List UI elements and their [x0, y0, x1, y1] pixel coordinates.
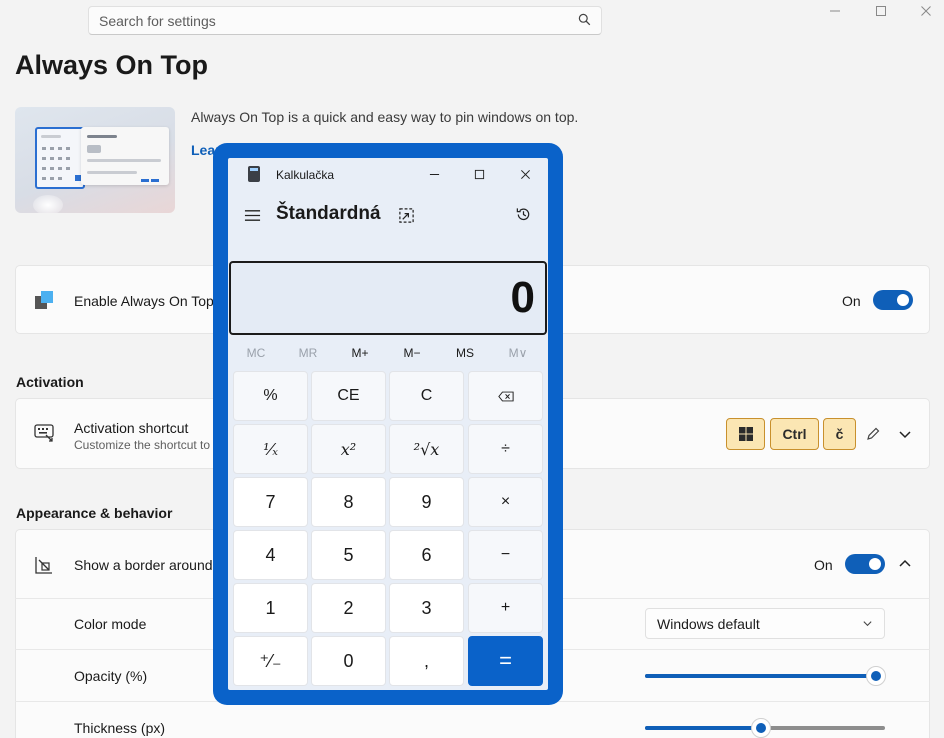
digit-2-button[interactable]: 2 [311, 583, 386, 633]
color-mode-dropdown[interactable]: Windows default [645, 608, 885, 639]
always-on-top-icon [35, 291, 53, 309]
opacity-label: Opacity (%) [74, 668, 148, 684]
percent-button[interactable]: % [233, 371, 308, 421]
digit-8-button[interactable]: 8 [311, 477, 386, 527]
activation-section-title: Activation [16, 374, 84, 390]
activation-shortcut-sub: Customize the shortcut to [74, 438, 211, 452]
appearance-section-title: Appearance & behavior [16, 505, 173, 521]
page-description: Always On Top is a quick and easy way to… [191, 109, 579, 125]
square-root-label: ²√x [413, 439, 440, 459]
digit-4-button[interactable]: 4 [233, 530, 308, 580]
edit-pencil-icon[interactable] [865, 426, 881, 442]
border-icon [34, 555, 54, 575]
hero-image [15, 107, 175, 213]
clear-button[interactable]: C [389, 371, 464, 421]
backspace-icon [497, 391, 514, 401]
minimize-icon[interactable] [426, 166, 442, 182]
maximize-icon[interactable] [471, 166, 487, 182]
digit-3-button[interactable]: 3 [389, 583, 464, 633]
maximize-icon[interactable] [875, 4, 891, 20]
border-label: Show a border around [74, 557, 213, 573]
calculator-app-icon [248, 166, 260, 182]
memory-subtract-button[interactable]: M− [392, 346, 432, 360]
ctrl-key: Ctrl [770, 418, 819, 450]
color-mode-value: Windows default [657, 615, 760, 632]
memory-store-button[interactable]: MS [445, 346, 485, 360]
digit-0-button[interactable]: 0 [311, 636, 386, 686]
thickness-slider-fill [645, 726, 761, 730]
clear-entry-button[interactable]: CE [311, 371, 386, 421]
activation-shortcut-label: Activation shortcut [74, 420, 189, 436]
minimize-icon[interactable] [829, 4, 845, 20]
memory-recall-button[interactable]: MR [288, 346, 328, 360]
opacity-slider-thumb[interactable] [866, 666, 886, 686]
search-icon[interactable] [578, 13, 591, 29]
calculator-title: Kalkulačka [276, 168, 335, 182]
digit-9-button[interactable]: 9 [389, 477, 464, 527]
search-box[interactable]: Search for settings [88, 6, 602, 35]
divide-button[interactable]: ÷ [468, 424, 543, 474]
search-input[interactable]: Search for settings [99, 13, 578, 29]
windows-logo-icon [738, 427, 753, 441]
multiply-button[interactable]: × [468, 477, 543, 527]
square-label: x² [340, 439, 357, 459]
memory-add-button[interactable]: M+ [340, 346, 380, 360]
windows-key [726, 418, 765, 450]
close-icon[interactable] [517, 166, 533, 182]
thickness-label: Thickness (px) [74, 720, 166, 736]
square-root-button[interactable]: ²√x [389, 424, 464, 474]
subtract-button[interactable]: − [468, 530, 543, 580]
digit-6-button[interactable]: 6 [389, 530, 464, 580]
page-title: Always On Top [15, 50, 209, 80]
digit-1-button[interactable]: 1 [233, 583, 308, 633]
enable-state: On [842, 293, 861, 309]
negate-button[interactable]: ⁺⁄₋ [233, 636, 308, 686]
reciprocal-button[interactable]: ¹⁄ₓ [233, 424, 308, 474]
border-state: On [814, 557, 833, 573]
memory-list-button[interactable]: M∨ [498, 346, 538, 360]
backspace-button[interactable] [468, 371, 543, 421]
keep-on-top-icon[interactable] [397, 206, 415, 224]
chevron-up-icon[interactable] [897, 556, 913, 572]
close-icon[interactable] [920, 4, 936, 20]
reciprocal-label: ¹⁄ₓ [263, 439, 278, 459]
enable-toggle[interactable] [873, 290, 913, 310]
chevron-down-icon[interactable] [897, 426, 913, 442]
calculator-window: Kalkulačka Štandardná 0 MC MR M+ M− MS M… [228, 158, 548, 690]
keyboard-icon [34, 424, 54, 442]
calculator-display: 0 [229, 261, 547, 335]
add-button[interactable]: + [468, 583, 543, 633]
border-toggle[interactable] [845, 554, 885, 574]
enable-label: Enable Always On Top [74, 293, 214, 309]
hamburger-menu-icon[interactable] [243, 206, 261, 224]
decimal-button[interactable]: , [389, 636, 464, 686]
color-mode-label: Color mode [74, 616, 147, 632]
calculator-mode-title: Štandardná [276, 203, 381, 224]
thickness-slider-thumb[interactable] [751, 718, 771, 738]
square-button[interactable]: x² [311, 424, 386, 474]
equals-button[interactable]: = [468, 636, 543, 686]
chevron-down-icon [863, 621, 872, 627]
letter-key: č [823, 418, 856, 450]
digit-5-button[interactable]: 5 [311, 530, 386, 580]
digit-7-button[interactable]: 7 [233, 477, 308, 527]
memory-clear-button[interactable]: MC [236, 346, 276, 360]
opacity-slider-fill [645, 674, 876, 678]
history-icon[interactable] [514, 205, 532, 223]
